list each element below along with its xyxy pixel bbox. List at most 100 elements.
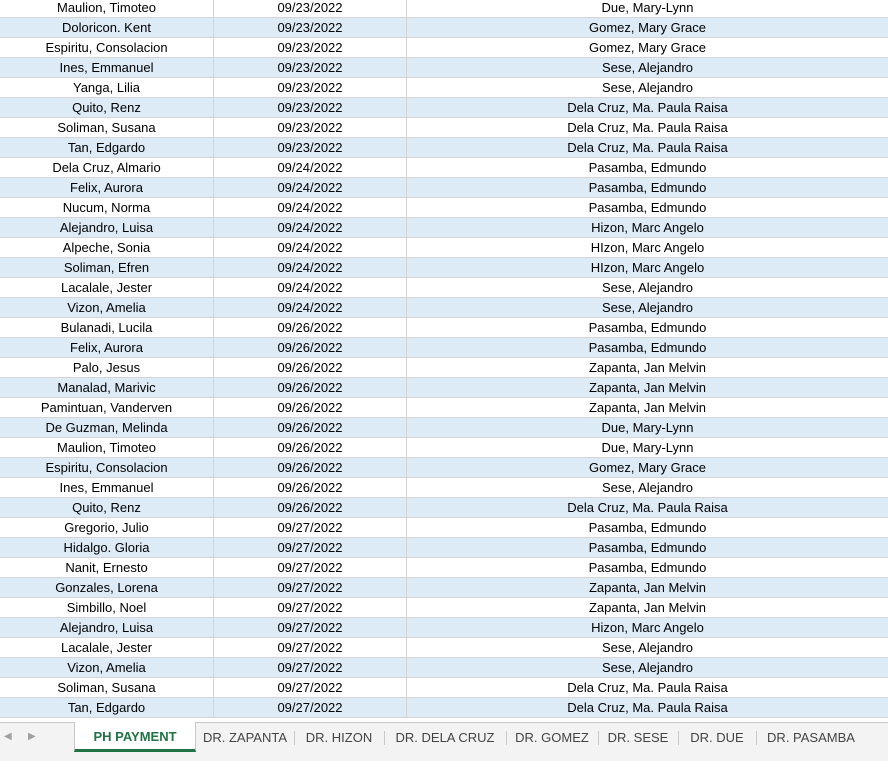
patient-name-cell[interactable]: Yanga, Lilia — [0, 78, 214, 97]
doctor-cell[interactable]: HIzon, Marc Angelo — [407, 258, 888, 277]
patient-name-cell[interactable]: Lacalale, Jester — [0, 278, 214, 297]
patient-name-cell[interactable]: Alejandro, Luisa — [0, 618, 214, 637]
date-cell[interactable]: 09/23/2022 — [214, 78, 407, 97]
patient-name-cell[interactable]: Alpeche, Sonia — [0, 238, 214, 257]
patient-name-cell[interactable]: Vizon, Amelia — [0, 658, 214, 677]
doctor-cell[interactable]: Sese, Alejandro — [407, 658, 888, 677]
doctor-cell[interactable]: Sese, Alejandro — [407, 78, 888, 97]
date-cell[interactable]: 09/24/2022 — [214, 218, 407, 237]
date-cell[interactable]: 09/27/2022 — [214, 598, 407, 617]
patient-name-cell[interactable]: Quito, Renz — [0, 98, 214, 117]
date-cell[interactable]: 09/26/2022 — [214, 398, 407, 417]
patient-name-cell[interactable]: Felix, Aurora — [0, 338, 214, 357]
doctor-cell[interactable]: HIzon, Marc Angelo — [407, 238, 888, 257]
date-cell[interactable]: 09/27/2022 — [214, 538, 407, 557]
patient-name-cell[interactable]: Vizon, Amelia — [0, 298, 214, 317]
doctor-cell[interactable]: Due, Mary-Lynn — [407, 438, 888, 457]
doctor-cell[interactable]: Zapanta, Jan Melvin — [407, 358, 888, 377]
doctor-cell[interactable]: Zapanta, Jan Melvin — [407, 378, 888, 397]
patient-name-cell[interactable]: Pamintuan, Vanderven — [0, 398, 214, 417]
patient-name-cell[interactable]: Tan, Edgardo — [0, 138, 214, 157]
patient-name-cell[interactable]: Palo, Jesus — [0, 358, 214, 377]
patient-name-cell[interactable]: Quito, Renz — [0, 498, 214, 517]
scroll-prev-sheet-icon[interactable]: ◀ — [4, 731, 12, 742]
doctor-cell[interactable]: Pasamba, Edmundo — [407, 178, 888, 197]
date-cell[interactable]: 09/26/2022 — [214, 318, 407, 337]
patient-name-cell[interactable]: Ines, Emmanuel — [0, 58, 214, 77]
patient-name-cell[interactable]: Lacalale, Jester — [0, 638, 214, 657]
doctor-cell[interactable]: Pasamba, Edmundo — [407, 558, 888, 577]
doctor-cell[interactable]: Gomez, Mary Grace — [407, 18, 888, 37]
patient-name-cell[interactable]: Tan, Edgardo — [0, 698, 214, 717]
patient-name-cell[interactable]: Doloricon. Kent — [0, 18, 214, 37]
sheet-tab[interactable]: DR. DUE — [678, 723, 756, 752]
date-cell[interactable]: 09/23/2022 — [214, 38, 407, 57]
doctor-cell[interactable]: Sese, Alejandro — [407, 478, 888, 497]
sheet-tab[interactable]: DR. DELA CRUZ — [384, 723, 506, 752]
doctor-cell[interactable]: Zapanta, Jan Melvin — [407, 578, 888, 597]
date-cell[interactable]: 09/26/2022 — [214, 418, 407, 437]
date-cell[interactable]: 09/27/2022 — [214, 658, 407, 677]
date-cell[interactable]: 09/24/2022 — [214, 178, 407, 197]
doctor-cell[interactable]: Hizon, Marc Angelo — [407, 618, 888, 637]
date-cell[interactable]: 09/27/2022 — [214, 518, 407, 537]
doctor-cell[interactable]: Pasamba, Edmundo — [407, 318, 888, 337]
doctor-cell[interactable]: Pasamba, Edmundo — [407, 198, 888, 217]
patient-name-cell[interactable]: Ines, Emmanuel — [0, 478, 214, 497]
patient-name-cell[interactable]: Bulanadi, Lucila — [0, 318, 214, 337]
patient-name-cell[interactable]: Soliman, Susana — [0, 118, 214, 137]
doctor-cell[interactable]: Zapanta, Jan Melvin — [407, 398, 888, 417]
date-cell[interactable]: 09/26/2022 — [214, 438, 407, 457]
patient-name-cell[interactable]: Gonzales, Lorena — [0, 578, 214, 597]
date-cell[interactable]: 09/27/2022 — [214, 578, 407, 597]
doctor-cell[interactable]: Pasamba, Edmundo — [407, 158, 888, 177]
date-cell[interactable]: 09/26/2022 — [214, 458, 407, 477]
patient-name-cell[interactable]: Felix, Aurora — [0, 178, 214, 197]
date-cell[interactable]: 09/23/2022 — [214, 118, 407, 137]
spreadsheet-grid[interactable]: Maulion, Timoteo 09/23/2022 Due, Mary-Lynn… — [0, 0, 888, 722]
patient-name-cell[interactable]: Soliman, Susana — [0, 678, 214, 697]
sheet-tab[interactable]: PH PAYMENT — [74, 722, 196, 752]
patient-name-cell[interactable]: Espiritu, Consolacion — [0, 458, 214, 477]
sheet-tab[interactable]: DR. SESE — [598, 723, 678, 752]
doctor-cell[interactable]: Sese, Alejandro — [407, 298, 888, 317]
date-cell[interactable]: 09/26/2022 — [214, 478, 407, 497]
patient-name-cell[interactable]: Nucum, Norma — [0, 198, 214, 217]
doctor-cell[interactable]: Dela Cruz, Ma. Paula Raisa — [407, 698, 888, 717]
patient-name-cell[interactable]: Espiritu, Consolacion — [0, 38, 214, 57]
date-cell[interactable]: 09/26/2022 — [214, 338, 407, 357]
date-cell[interactable]: 09/24/2022 — [214, 258, 407, 277]
doctor-cell[interactable]: Due, Mary-Lynn — [407, 0, 888, 17]
date-cell[interactable]: 09/23/2022 — [214, 98, 407, 117]
sheet-tab[interactable]: DR. GOMEZ — [506, 723, 598, 752]
patient-name-cell[interactable]: Gregorio, Julio — [0, 518, 214, 537]
doctor-cell[interactable]: Sese, Alejandro — [407, 638, 888, 657]
patient-name-cell[interactable]: Nanit, Ernesto — [0, 558, 214, 577]
doctor-cell[interactable]: Zapanta, Jan Melvin — [407, 598, 888, 617]
date-cell[interactable]: 09/24/2022 — [214, 198, 407, 217]
date-cell[interactable]: 09/27/2022 — [214, 618, 407, 637]
date-cell[interactable]: 09/27/2022 — [214, 698, 407, 717]
doctor-cell[interactable]: Dela Cruz, Ma. Paula Raisa — [407, 678, 888, 697]
patient-name-cell[interactable]: Soliman, Efren — [0, 258, 214, 277]
scroll-next-sheet-icon[interactable]: ▶ — [28, 731, 36, 742]
sheet-tab[interactable]: DR. PASAMBA — [756, 723, 866, 752]
patient-name-cell[interactable]: Maulion, Timoteo — [0, 438, 214, 457]
date-cell[interactable]: 09/23/2022 — [214, 18, 407, 37]
patient-name-cell[interactable]: Hidalgo. Gloria — [0, 538, 214, 557]
patient-name-cell[interactable]: De Guzman, Melinda — [0, 418, 214, 437]
date-cell[interactable]: 09/27/2022 — [214, 678, 407, 697]
doctor-cell[interactable]: Dela Cruz, Ma. Paula Raisa — [407, 498, 888, 517]
date-cell[interactable]: 09/24/2022 — [214, 238, 407, 257]
date-cell[interactable]: 09/24/2022 — [214, 158, 407, 177]
doctor-cell[interactable]: Dela Cruz, Ma. Paula Raisa — [407, 138, 888, 157]
sheet-tab[interactable]: DR. HIZON — [294, 723, 384, 752]
doctor-cell[interactable]: Dela Cruz, Ma. Paula Raisa — [407, 98, 888, 117]
date-cell[interactable]: 09/26/2022 — [214, 498, 407, 517]
doctor-cell[interactable]: Hizon, Marc Angelo — [407, 218, 888, 237]
doctor-cell[interactable]: Gomez, Mary Grace — [407, 458, 888, 477]
doctor-cell[interactable]: Gomez, Mary Grace — [407, 38, 888, 57]
date-cell[interactable]: 09/24/2022 — [214, 278, 407, 297]
date-cell[interactable]: 09/23/2022 — [214, 138, 407, 157]
date-cell[interactable]: 09/26/2022 — [214, 378, 407, 397]
